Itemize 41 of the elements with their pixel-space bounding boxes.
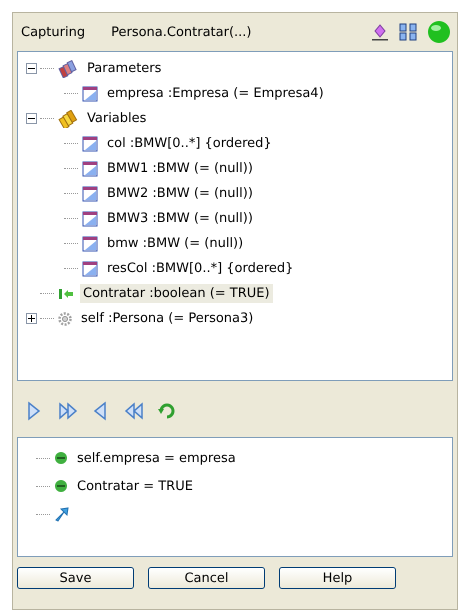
attribute-icon bbox=[82, 210, 98, 226]
dialog-button[interactable]: Save bbox=[17, 567, 134, 589]
dialog-button[interactable]: Cancel bbox=[148, 567, 265, 589]
grid-icon[interactable] bbox=[399, 23, 417, 41]
mode-label: Capturing bbox=[21, 24, 86, 40]
collapse-icon[interactable] bbox=[26, 113, 37, 124]
attribute-icon bbox=[82, 136, 98, 152]
tree-item[interactable]: col :BMW[0..*] {ordered} bbox=[104, 134, 275, 153]
attribute-icon bbox=[82, 86, 98, 102]
fast-forward-icon[interactable] bbox=[58, 401, 78, 421]
condition-text: Contratar = TRUE bbox=[76, 478, 194, 496]
status-dot-icon bbox=[54, 451, 68, 465]
dialog-button[interactable]: Help bbox=[279, 567, 396, 589]
tree-item[interactable]: BMW1 :BMW (= (null)) bbox=[104, 159, 256, 178]
rewind-icon[interactable] bbox=[124, 401, 144, 421]
ball-icon[interactable] bbox=[427, 20, 451, 44]
variables-icon bbox=[58, 110, 78, 128]
refresh-icon[interactable] bbox=[157, 401, 177, 421]
tree-item[interactable]: empresa :Empresa (= Empresa4) bbox=[104, 84, 327, 103]
parameters-icon bbox=[58, 60, 78, 78]
tree-item[interactable]: self :Persona (= Persona3) bbox=[78, 309, 256, 328]
new-arrow-icon bbox=[54, 506, 70, 522]
tree-item[interactable]: BMW3 :BMW (= (null)) bbox=[104, 209, 256, 228]
attribute-icon bbox=[82, 260, 98, 276]
status-dot-icon bbox=[54, 479, 68, 493]
tree-item[interactable]: BMW2 :BMW (= (null)) bbox=[104, 184, 256, 203]
attribute-icon bbox=[82, 160, 98, 176]
tree-item[interactable]: Contratar :boolean (= TRUE) bbox=[80, 284, 273, 303]
tree-item[interactable]: bmw :BMW (= (null)) bbox=[104, 234, 246, 253]
diamond-icon[interactable] bbox=[371, 23, 389, 41]
operation-label: Persona.Contratar(...) bbox=[111, 24, 252, 40]
tree-item[interactable]: resCol :BMW[0..*] {ordered} bbox=[104, 259, 296, 278]
gear-icon bbox=[58, 312, 72, 326]
tree-item[interactable]: Parameters bbox=[84, 59, 164, 78]
collapse-icon[interactable] bbox=[26, 63, 37, 74]
attribute-icon bbox=[82, 186, 98, 202]
expand-icon[interactable] bbox=[26, 313, 37, 324]
tree-item[interactable]: Variables bbox=[84, 109, 150, 128]
condition-text: self.empresa = empresa bbox=[76, 450, 237, 468]
attribute-icon bbox=[82, 236, 98, 252]
return-arrow-icon bbox=[58, 286, 74, 300]
